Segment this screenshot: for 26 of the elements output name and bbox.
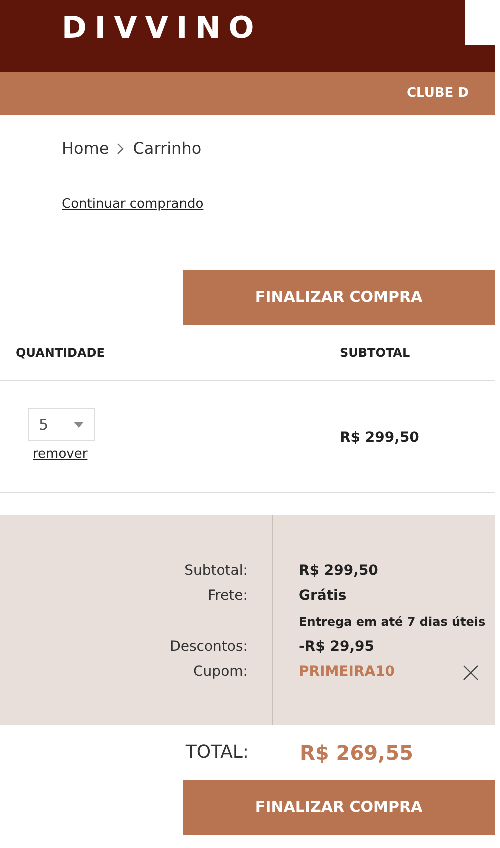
- breadcrumb-link[interactable]: Home: [62, 137, 110, 161]
- summary-label: Frete:: [208, 587, 248, 606]
- logo[interactable]: DIVVINO: [62, 6, 262, 51]
- quantity-select[interactable]: 5: [28, 408, 95, 442]
- summary-label: Descontos:: [170, 638, 248, 657]
- coupon-code: PRIMEIRA10: [299, 663, 396, 682]
- total-label: TOTAL:: [184, 741, 249, 765]
- column-header: SUBTOTAL: [340, 346, 410, 360]
- chevron-right-icon: [117, 143, 126, 155]
- close-icon[interactable]: [463, 664, 479, 680]
- breadcrumb-current[interactable]: Carrinho: [133, 137, 202, 161]
- continue-shopping-link[interactable]: Continuar comprando: [62, 197, 204, 212]
- total-amount: R$ 269,55: [300, 740, 414, 766]
- summary-value: Grátis: [299, 587, 347, 606]
- delivery-note: Entrega em até 7 dias úteis: [299, 614, 487, 631]
- checkout-button[interactable]: FINALIZAR COMPRA: [183, 270, 495, 325]
- summary-label: Subtotal:: [184, 562, 248, 581]
- summary-label: Cupom:: [194, 663, 248, 682]
- remove-link[interactable]: remover: [33, 445, 88, 465]
- summary-value: -R$ 29,95: [299, 638, 374, 657]
- nav-link[interactable]: CLUBE D: [406, 84, 469, 104]
- column-header: QUANTIDADE: [16, 346, 105, 360]
- item-subtotal: R$ 299,50: [340, 430, 420, 446]
- checkout-button[interactable]: FINALIZAR COMPRA: [183, 780, 495, 835]
- summary-value: R$ 299,50: [299, 562, 378, 581]
- caret-icon: [74, 422, 84, 428]
